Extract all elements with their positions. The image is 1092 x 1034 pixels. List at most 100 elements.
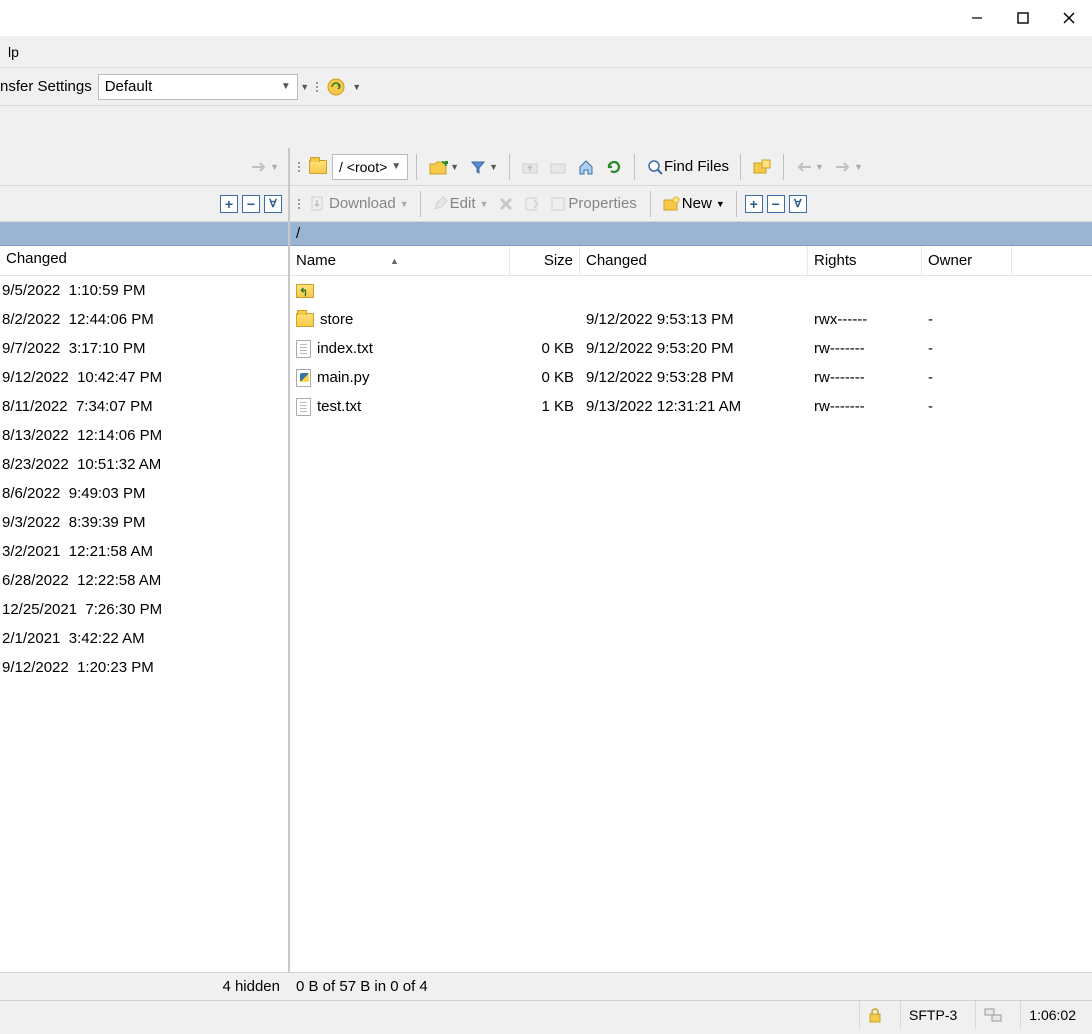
connection-statusbar: SFTP-3 1:06:02 [0,1000,1092,1028]
file-changed: 8/6/2022 9:49:03 PM [0,485,218,502]
remote-parent-icon[interactable] [517,154,543,180]
table-row[interactable]: 9/3/2022 8:39:39 PM [0,508,288,537]
remote-action-toolbar: Download▼ Edit▼ Properties New▼ [290,186,1092,222]
transfer-settings-select[interactable]: Default ▼ [98,74,298,100]
delete-icon[interactable] [494,191,518,217]
remote-panel: / <root>▼ ▼ ▼ [290,148,1092,972]
local-col-changed[interactable]: Changed [0,246,218,275]
sync-icon[interactable] [323,74,349,100]
file-name: test.txt [317,398,361,415]
remote-col-rights[interactable]: Rights [808,246,922,275]
remote-col-name[interactable]: Name▲ [290,246,510,275]
file-changed: 9/3/2022 8:39:39 PM [0,514,218,531]
table-row[interactable]: 9/12/2022 1:20:23 PM [0,653,288,682]
maximize-button[interactable] [1000,0,1046,36]
transfer-settings-dropdown[interactable]: ▼ [299,74,311,100]
file-rights: rw------- [808,369,922,386]
table-row[interactable]: 3/2/2021 12:21:58 AM [0,537,288,566]
remote-path-select[interactable]: / <root>▼ [332,154,408,180]
rename-icon[interactable] [520,191,544,217]
remote-refresh-icon[interactable] [601,154,627,180]
elapsed-time: 1:06:02 [1020,1001,1084,1028]
remote-forward-button[interactable]: ▼ [830,154,867,180]
menu-help[interactable]: lp [0,40,27,64]
remote-bookmark-icon[interactable] [748,154,776,180]
file-changed: 9/13/2022 12:31:21 AM [580,398,808,415]
folder-icon [296,313,314,327]
local-file-list[interactable]: 9/5/2022 1:10:59 PM8/2/2022 12:44:06 PM9… [0,276,288,972]
table-row[interactable]: 9/12/2022 10:42:47 PM [0,363,288,392]
remote-open-folder-icon[interactable]: ▼ [424,154,463,180]
remote-file-list[interactable]: ↰store9/12/2022 9:53:13 PMrwx-------inde… [290,276,1092,972]
properties-button[interactable]: Properties [546,191,642,217]
remote-col-changed[interactable]: Changed [580,246,808,275]
toolbar-grip [296,191,302,217]
file-changed: 12/25/2021 7:26:30 PM [0,601,218,618]
table-row[interactable]: ↰ [290,276,1092,305]
file-rights: rw------- [808,340,922,357]
minimize-button[interactable] [954,0,1000,36]
table-row[interactable]: 2/1/2021 3:42:22 AM [0,624,288,653]
remote-root-icon[interactable] [545,154,571,180]
local-status-text: 4 hidden [0,978,290,995]
remote-select-all-icon[interactable]: ∀ [789,195,807,213]
local-select-add-icon[interactable]: + [220,195,238,213]
file-owner: - [922,340,1012,357]
file-name: main.py [317,369,370,386]
new-button[interactable]: New▼ [658,191,729,217]
file-changed: 9/12/2022 10:42:47 PM [0,369,218,386]
python-file-icon [296,369,311,387]
file-changed: 9/12/2022 9:53:28 PM [580,369,808,386]
file-changed: 2/1/2021 3:42:22 AM [0,630,218,647]
local-forward-button[interactable]: ▼ [246,154,283,180]
local-select-all-icon[interactable]: ∀ [264,195,282,213]
sync-dropdown[interactable]: ▼ [351,74,363,100]
remote-select-add-icon[interactable]: + [745,195,763,213]
lock-icon [859,1001,890,1028]
file-icon [296,340,311,358]
table-row[interactable]: 8/2/2022 12:44:06 PM [0,305,288,334]
remote-back-button[interactable]: ▼ [791,154,828,180]
local-nav-toolbar: ▼ [0,148,288,186]
local-select-remove-icon[interactable]: − [242,195,260,213]
main-toolbar: nsfer Settings Default ▼ ▼ ▼ [0,68,1092,106]
table-row[interactable]: 8/23/2022 10:51:32 AM [0,450,288,479]
file-changed: 9/5/2022 1:10:59 PM [0,282,218,299]
table-row[interactable]: test.txt1 KB9/13/2022 12:31:21 AMrw-----… [290,392,1092,421]
remote-path-text: / [296,225,300,242]
local-file-header: Changed [0,246,288,276]
remote-file-header: Name▲ Size Changed Rights Owner [290,246,1092,276]
table-row[interactable]: 8/6/2022 9:49:03 PM [0,479,288,508]
local-action-toolbar: + − ∀ [0,186,288,222]
file-size: 1 KB [510,398,580,415]
toolbar-grip [296,154,302,180]
file-size: 0 KB [510,369,580,386]
remote-home-icon[interactable] [573,154,599,180]
table-row[interactable]: main.py 0 KB9/12/2022 9:53:28 PMrw-------… [290,363,1092,392]
remote-filter-icon[interactable]: ▼ [465,154,502,180]
remote-select-remove-icon[interactable]: − [767,195,785,213]
table-row[interactable]: index.txt0 KB9/12/2022 9:53:20 PMrw-----… [290,334,1092,363]
table-row[interactable]: 9/5/2022 1:10:59 PM [0,276,288,305]
close-button[interactable] [1046,0,1092,36]
find-files-button[interactable]: Find Files [642,154,733,180]
download-button[interactable]: Download▼ [305,191,413,217]
table-row[interactable]: 8/13/2022 12:14:06 PM [0,421,288,450]
table-row[interactable]: 6/28/2022 12:22:58 AM [0,566,288,595]
file-owner: - [922,369,1012,386]
remote-col-owner[interactable]: Owner [922,246,1012,275]
window-titlebar [0,0,1092,36]
remote-drive-icon[interactable] [305,154,331,180]
local-panel: ▼ + − ∀ Changed 9/5/2022 1:10:59 PM 8/2/2… [0,148,290,972]
table-row[interactable]: 8/11/2022 7:34:07 PM [0,392,288,421]
remote-col-size[interactable]: Size [510,246,580,275]
toolbar-grip [314,74,320,100]
file-rights: rwx------ [808,311,922,328]
file-icon [296,398,311,416]
file-changed: 6/28/2022 12:22:58 AM [0,572,218,589]
file-name: index.txt [317,340,373,357]
table-row[interactable]: 12/25/2021 7:26:30 PM [0,595,288,624]
table-row[interactable]: 9/7/2022 3:17:10 PM [0,334,288,363]
table-row[interactable]: store9/12/2022 9:53:13 PMrwx------- [290,305,1092,334]
edit-button[interactable]: Edit▼ [428,191,493,217]
